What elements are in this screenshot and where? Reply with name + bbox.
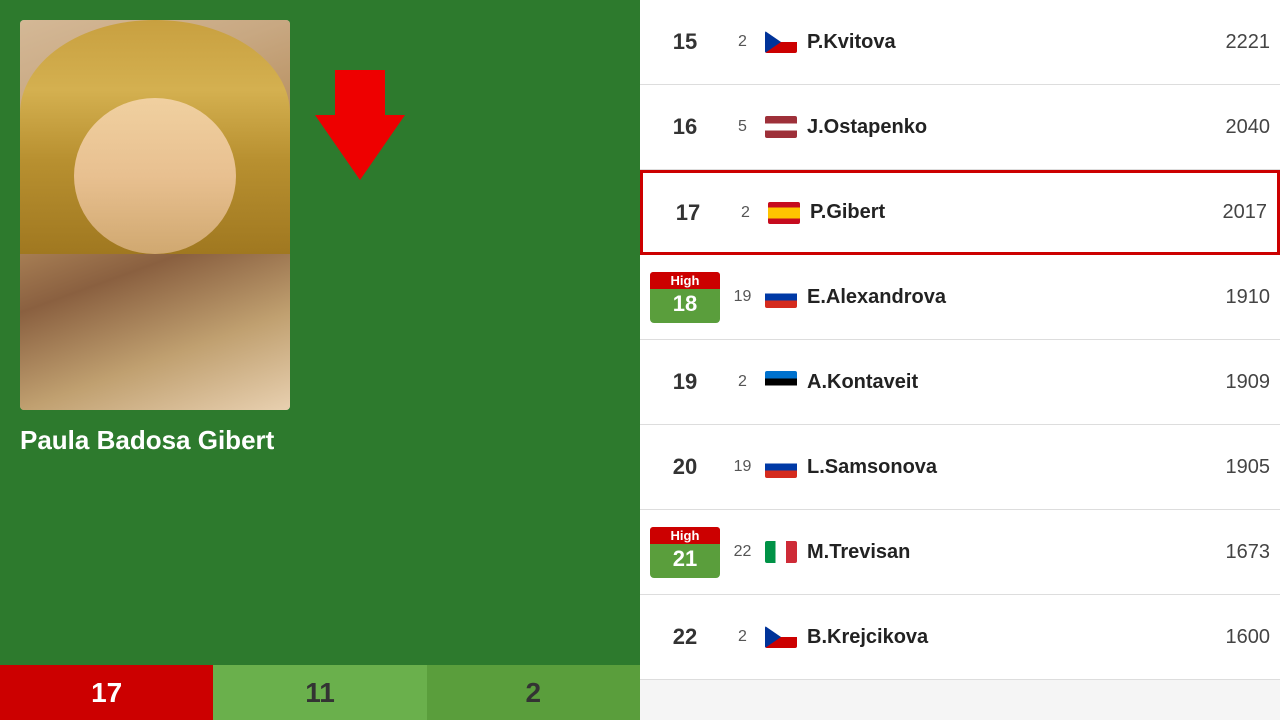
rank-change: 2: [720, 628, 765, 646]
player-points: 2040: [1190, 116, 1270, 139]
player-name-cell: A.Kontaveit: [807, 371, 918, 394]
Estonia-flag: [765, 371, 797, 393]
rank-change: 22: [720, 543, 765, 561]
high-number: 21: [654, 546, 716, 572]
player-info: A.Kontaveit: [765, 371, 1190, 394]
player-name-cell: E.Alexandrova: [807, 286, 946, 309]
rank-number: 20: [650, 454, 720, 480]
right-panel: 15 2 P.Kvitova 2221 16 5 J.Ostapenko 204…: [640, 0, 1280, 720]
player-points: 2017: [1187, 201, 1267, 224]
ranking-row: High 21 22 M.Trevisan 1673: [640, 510, 1280, 595]
player-points: 1905: [1190, 456, 1270, 479]
player-name-cell: M.Trevisan: [807, 541, 910, 564]
high-badge-rank: High 18: [650, 272, 720, 323]
player-name-cell: P.Gibert: [810, 201, 885, 224]
ranking-row: 20 19 L.Samsonova 1905: [640, 425, 1280, 510]
rank-number: 15: [650, 29, 720, 55]
ranking-row: 22 2 B.Krejcikova 1600: [640, 595, 1280, 680]
player-info: P.Kvitova: [765, 31, 1190, 54]
ranking-row: 19 2 A.Kontaveit 1909: [640, 340, 1280, 425]
player-info: M.Trevisan: [765, 541, 1190, 564]
player-points: 1910: [1190, 286, 1270, 309]
ranking-row: High 18 19 E.Alexandrova 1910: [640, 255, 1280, 340]
ranking-table: 15 2 P.Kvitova 2221 16 5 J.Ostapenko 204…: [640, 0, 1280, 680]
rank-change: 5: [720, 118, 765, 136]
high-badge-rank: High 21: [650, 527, 720, 578]
Italy-flag: [765, 541, 797, 563]
Russia-flag: [765, 286, 797, 308]
ranking-row: 16 5 J.Ostapenko 2040: [640, 85, 1280, 170]
Czech Republic-flag: [765, 31, 797, 53]
player-info: B.Krejcikova: [765, 626, 1190, 649]
rank-change: 19: [720, 458, 765, 476]
rank-change: 2: [720, 373, 765, 391]
rank-change: 19: [720, 288, 765, 306]
rank-change: 2: [720, 33, 765, 51]
arrow-head: [315, 115, 405, 180]
high-number: 18: [654, 291, 716, 317]
player-info: L.Samsonova: [765, 456, 1190, 479]
bottom-bar: 17 11 2: [0, 665, 640, 720]
high-label: High: [650, 272, 720, 289]
bottom-stat1: 11: [213, 665, 426, 720]
bottom-rank: 17: [0, 665, 213, 720]
player-name-cell: B.Krejcikova: [807, 626, 928, 649]
Latvia-flag: [765, 116, 797, 138]
bottom-stat2: 2: [427, 665, 640, 720]
player-points: 2221: [1190, 31, 1270, 54]
Russia-flag: [765, 456, 797, 478]
ranking-row: 15 2 P.Kvitova 2221: [640, 0, 1280, 85]
player-info: J.Ostapenko: [765, 116, 1190, 139]
rank-change: 2: [723, 204, 768, 222]
rank-number: 22: [650, 624, 720, 650]
left-panel: Paula Badosa Gibert 17 11 2: [0, 0, 640, 720]
player-name-cell: L.Samsonova: [807, 456, 937, 479]
player-info: E.Alexandrova: [765, 286, 1190, 309]
player-name: Paula Badosa Gibert: [20, 425, 274, 456]
player-name-cell: P.Kvitova: [807, 31, 896, 54]
player-points: 1600: [1190, 626, 1270, 649]
player-photo: [20, 20, 290, 410]
arrow-shaft: [335, 70, 385, 115]
high-label: High: [650, 527, 720, 544]
player-name-cell: J.Ostapenko: [807, 116, 927, 139]
player-points: 1909: [1190, 371, 1270, 394]
Czech Republic-flag: [765, 626, 797, 648]
ranking-row: 17 2 P.Gibert 2017: [640, 170, 1280, 255]
player-points: 1673: [1190, 541, 1270, 564]
rank-number: 16: [650, 114, 720, 140]
player-info: P.Gibert: [768, 201, 1187, 224]
rank-number: 19: [650, 369, 720, 395]
Spain-flag: [768, 202, 800, 224]
rank-number: 17: [653, 200, 723, 226]
